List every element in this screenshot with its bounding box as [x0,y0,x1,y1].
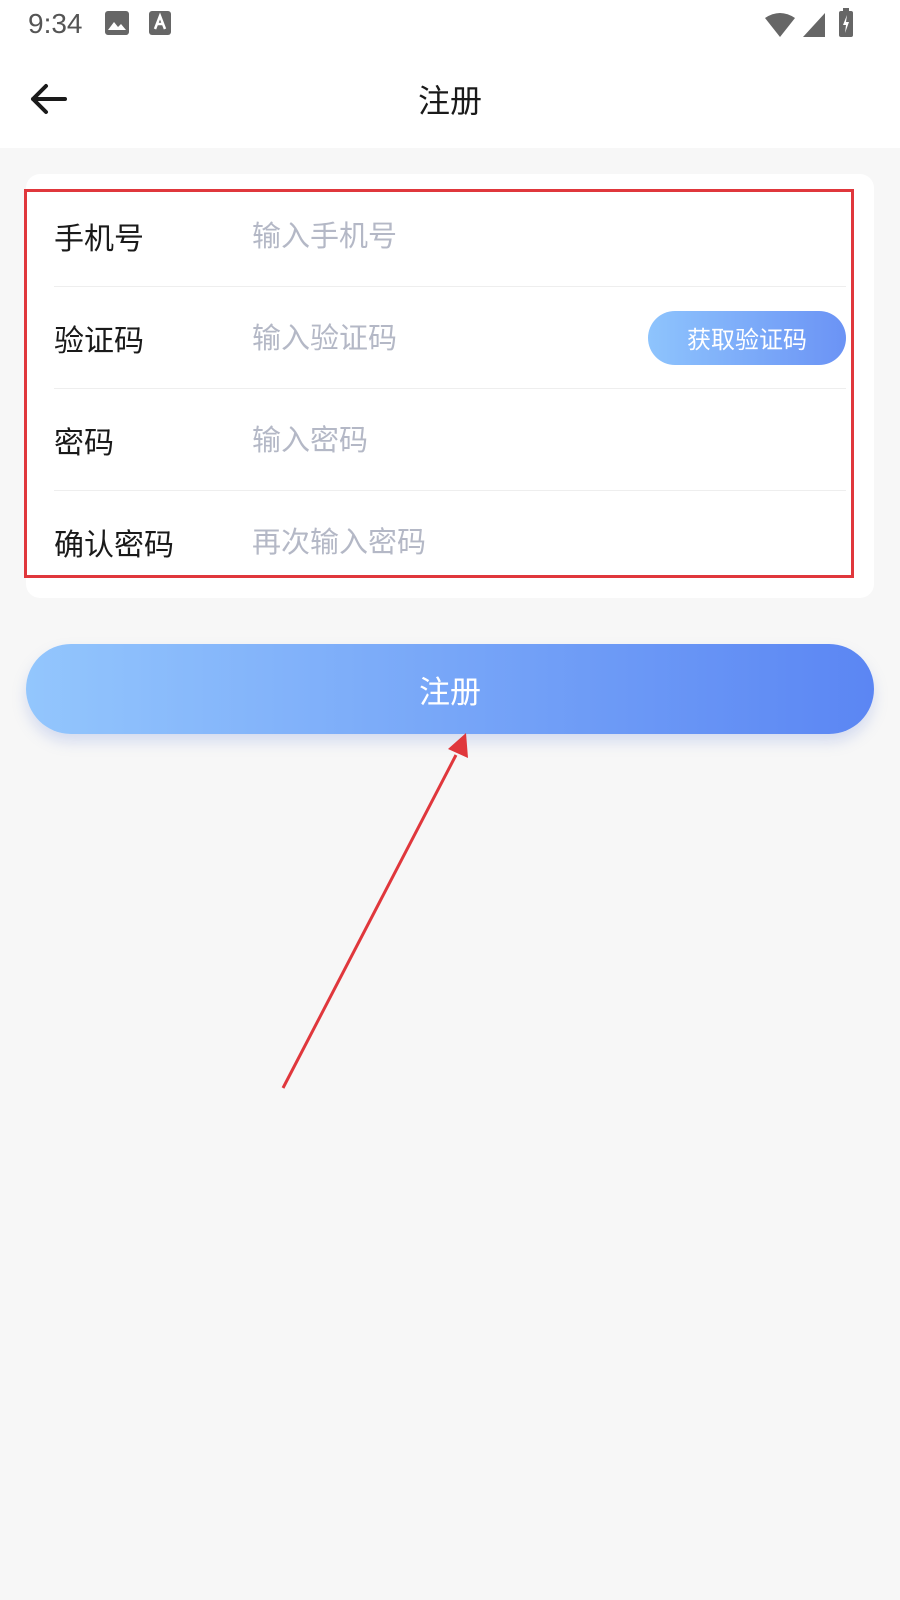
page-title: 注册 [417,82,482,120]
header: 注册 [0,50,900,148]
get-code-button[interactable]: 获取验证码 [648,310,846,365]
arrow-left-icon [31,84,67,114]
code-row: 验证码 获取验证码 [54,287,846,389]
status-bar: 9:34 [0,0,900,50]
signal-icon [803,13,825,37]
back-button[interactable] [20,74,76,124]
password-row: 密码 [54,389,846,491]
verification-code-input[interactable] [252,307,648,368]
confirm-password-label: 确认密码 [54,528,174,563]
password-input[interactable] [252,409,846,470]
confirm-password-input[interactable] [252,512,846,572]
password-label: 密码 [54,425,114,461]
battery-icon [839,8,853,37]
image-icon [105,11,129,35]
text-a-icon [149,11,171,35]
register-button[interactable]: 注册 [26,644,874,734]
confirm-password-row: 确认密码 [54,491,846,593]
phone-row: 手机号 [54,185,846,287]
phone-label: 手机号 [54,221,144,257]
phone-input[interactable] [252,205,846,266]
code-label: 验证码 [54,323,144,359]
status-time: 9:34 [28,8,83,39]
wifi-icon [765,13,795,37]
